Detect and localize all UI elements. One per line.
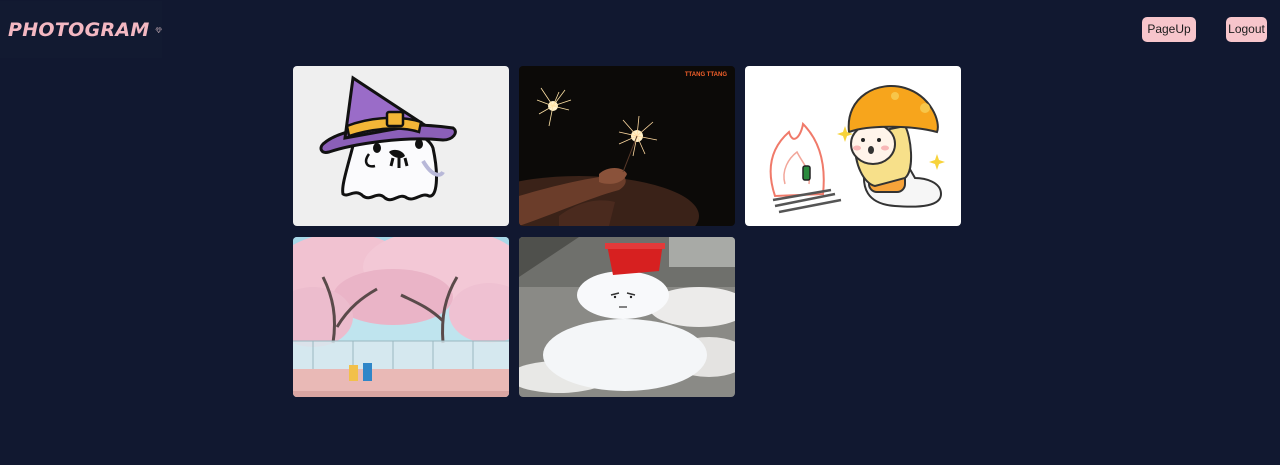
photo-card-ghost[interactable] (293, 66, 509, 226)
photo-card-girl-fire[interactable] (745, 66, 961, 226)
cherry-blossom-image (293, 237, 509, 397)
sparklers-image: TTANG TTANG (519, 66, 735, 226)
photo-watermark: TTANG TTANG (685, 72, 727, 78)
snowman-image (519, 237, 735, 397)
photo-card-snowman[interactable] (519, 237, 735, 397)
photo-grid: TTANG TTANG (293, 66, 961, 397)
logout-button[interactable]: Logout (1226, 17, 1267, 42)
girl-fire-image (745, 66, 961, 226)
pageup-button[interactable]: PageUp (1142, 17, 1196, 42)
top-bar: PHOTOGRAM PageUp Logout (0, 0, 1280, 60)
logo[interactable]: PHOTOGRAM (0, 1, 162, 58)
photo-card-cherry-blossom[interactable] (293, 237, 509, 397)
ghost-image (293, 66, 509, 226)
logo-text: PHOTOGRAM (8, 18, 150, 41)
photo-card-sparklers[interactable]: TTANG TTANG (519, 66, 735, 226)
geometric-heart-icon (155, 26, 162, 33)
